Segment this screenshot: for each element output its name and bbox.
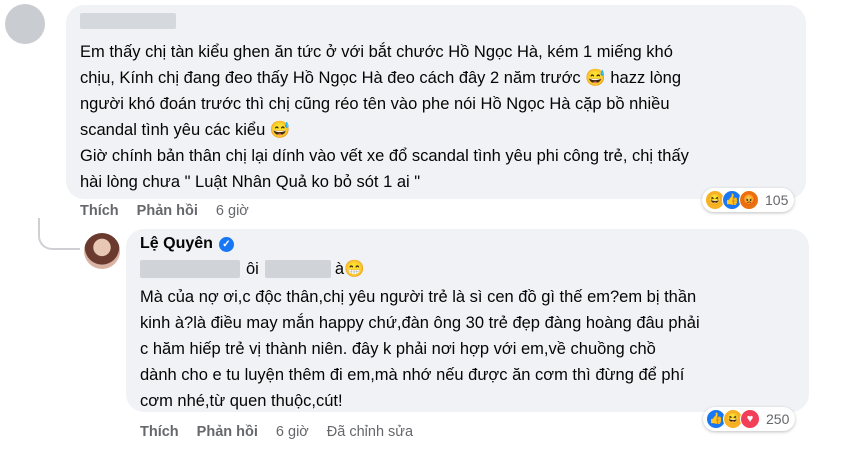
reply-button[interactable]: Phản hồi xyxy=(137,203,198,219)
love-icon: ♥ xyxy=(740,409,760,429)
comment-bubble: Em thấy chị tàn kiểu ghen ăn tức ở với b… xyxy=(66,5,806,199)
angry-icon: 😡 xyxy=(739,190,759,210)
edited-label: Đã chỉnh sửa xyxy=(326,424,414,440)
reply-text: Mà của nợ ơi,c độc thân,chị yêu người tr… xyxy=(140,288,700,410)
reply-author-name[interactable]: Lệ Quyên xyxy=(140,235,213,253)
reaction-summary[interactable]: 😆 👍 😡 105 xyxy=(702,188,795,212)
comment-actions: Thích Phản hồi 6 giờ xyxy=(80,203,249,219)
redacted-name xyxy=(264,260,331,278)
reply-timestamp[interactable]: 6 giờ xyxy=(276,424,309,440)
reply-first-line: ôi à😁 xyxy=(140,257,365,281)
comment-text: Em thấy chị tàn kiểu ghen ăn tức ở với b… xyxy=(80,43,689,191)
reply-actions: Thích Phản hồi 6 giờ Đã chỉnh sửa xyxy=(140,424,413,440)
verified-badge-icon: ✓ xyxy=(218,236,234,252)
reply-bubble: Lệ Quyên ✓ ôi à😁 Mà của nợ ơi,c độc thân… xyxy=(126,229,809,412)
reply-first-line-middle: ôi xyxy=(246,259,259,278)
thread-connector xyxy=(38,218,80,250)
redacted-name xyxy=(140,260,240,278)
like-button[interactable]: Thích xyxy=(140,424,179,440)
commenter-avatar[interactable] xyxy=(5,4,45,44)
reaction-count: 105 xyxy=(765,192,789,208)
reply-first-line-end: à😁 xyxy=(334,259,365,278)
reply-button[interactable]: Phản hồi xyxy=(197,424,258,440)
reaction-count: 250 xyxy=(766,411,790,427)
reply-reaction-summary[interactable]: 👍 😆 ♥ 250 xyxy=(703,407,796,431)
like-button[interactable]: Thích xyxy=(80,203,119,219)
comment-timestamp[interactable]: 6 giờ xyxy=(216,203,249,219)
commenter-name-redacted[interactable] xyxy=(80,13,176,29)
reply-author-avatar[interactable] xyxy=(84,233,120,269)
reply-author: Lệ Quyên ✓ xyxy=(140,235,234,253)
